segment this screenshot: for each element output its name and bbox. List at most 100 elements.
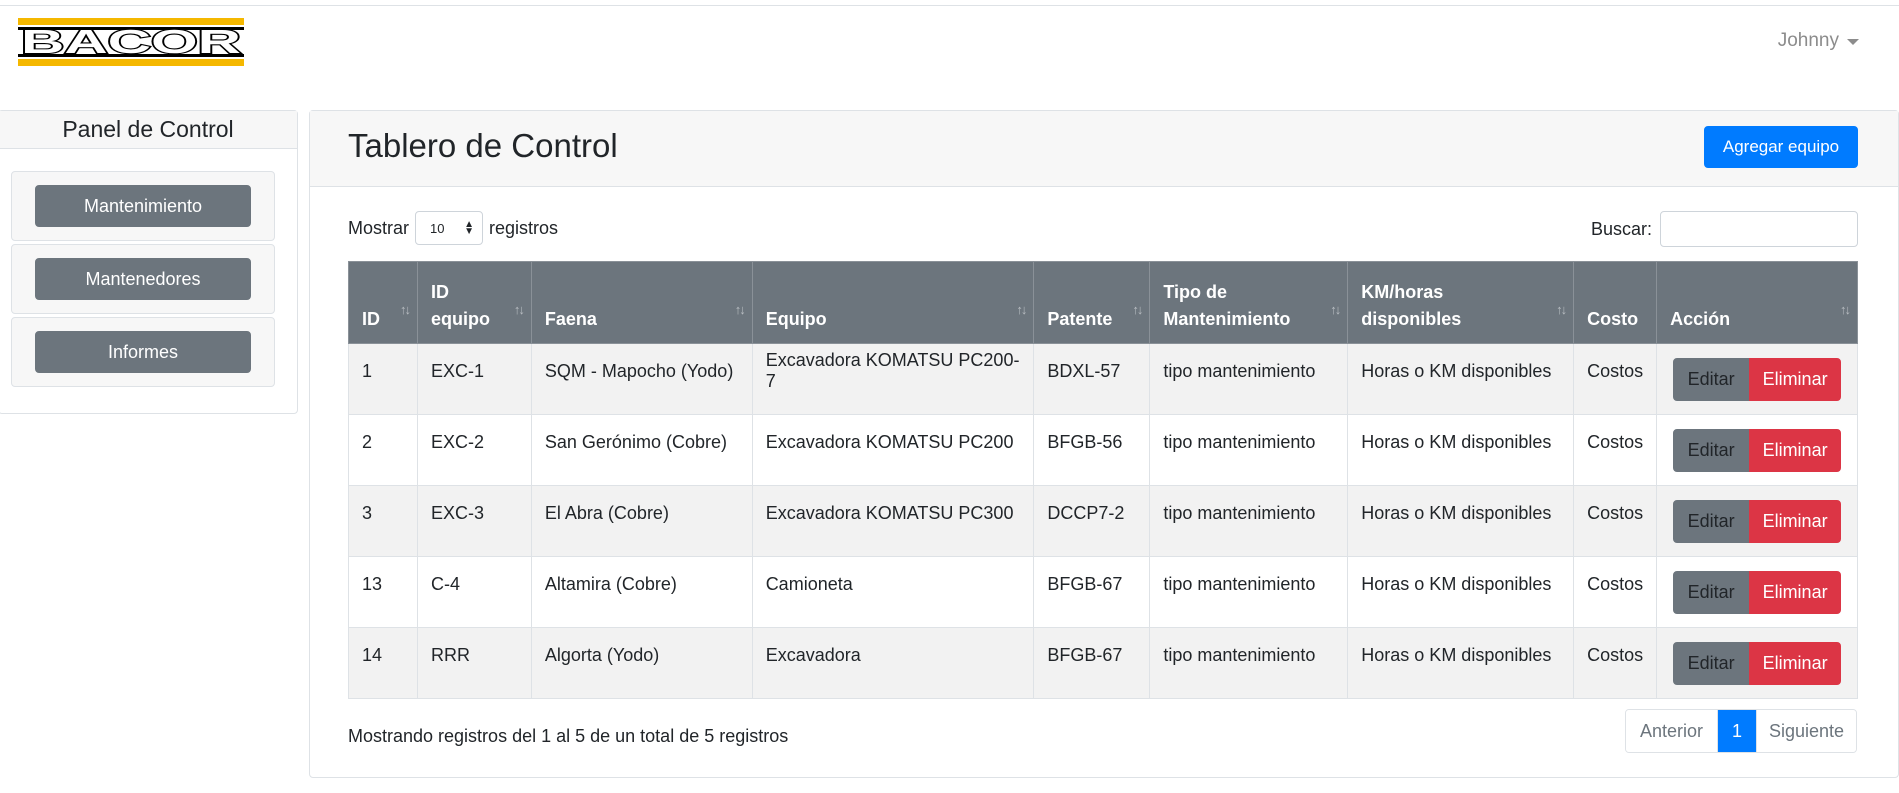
length-label-after: registros: [489, 217, 559, 238]
pagination-page-1[interactable]: 1: [1718, 710, 1756, 752]
delete-button[interactable]: Eliminar: [1749, 570, 1842, 614]
table-cell-costo: Costos: [1573, 343, 1658, 415]
column-header-label: Mantenimiento: [1163, 309, 1291, 329]
edit-button[interactable]: Editar: [1673, 499, 1750, 543]
cell-text: Horas o KM disponibles: [1361, 573, 1552, 594]
table-cell-id: 14: [348, 627, 418, 699]
table-cell-km: Horas o KM disponibles: [1347, 627, 1575, 699]
table-cell-id_equipo: RRR: [416, 627, 532, 699]
sort-icon[interactable]: ↑↓: [1016, 296, 1027, 323]
cell-text: DCCP7-2: [1047, 502, 1125, 523]
table-cell-actions: Editar Eliminar: [1656, 414, 1858, 486]
table-cell-id_equipo: C-4: [416, 556, 532, 628]
sort-icon[interactable]: ↑↓: [1330, 296, 1341, 323]
pagination-previous[interactable]: Anterior: [1626, 710, 1718, 752]
search-label: Buscar:: [1590, 218, 1652, 239]
select-arrows-icon: ▲ ▼: [464, 219, 475, 237]
add-equipment-button[interactable]: Agregar equipo: [1704, 126, 1858, 168]
bacor-logo[interactable]: BACOR: [18, 18, 244, 66]
table-cell-km: Horas o KM disponibles: [1347, 343, 1575, 415]
column-header[interactable]: ID ↑↓: [348, 261, 418, 344]
sort-icon[interactable]: ↑↓: [1556, 296, 1567, 323]
column-header[interactable]: Patente ↑↓: [1033, 261, 1151, 344]
cell-text: Excavadora KOMATSU PC200: [765, 431, 1014, 452]
sort-icon[interactable]: ↑↓: [514, 296, 525, 323]
table-row: 1 EXC-1 SQM - Mapocho (Yodo) Excavadora KOM…: [348, 343, 1858, 415]
table-cell-actions: Editar Eliminar: [1656, 343, 1858, 415]
column-header[interactable]: KM/horas disponibles ↑↓: [1347, 261, 1575, 344]
column-header-label: ID: [430, 282, 449, 302]
pagination-next[interactable]: Siguiente: [1756, 710, 1856, 752]
cell-text: EXC-3: [430, 502, 484, 523]
edit-button[interactable]: Editar: [1673, 357, 1750, 401]
table-cell-id_equipo: EXC-3: [416, 485, 532, 557]
cell-text: Horas o KM disponibles: [1361, 360, 1552, 381]
cell-text: BFGB-67: [1047, 644, 1123, 665]
table-cell-actions: Editar Eliminar: [1656, 627, 1858, 699]
cell-text: tipo mantenimiento: [1163, 360, 1316, 381]
cell-text: BFGB-56: [1047, 431, 1123, 452]
cell-text: Horas o KM disponibles: [1361, 431, 1552, 452]
column-header[interactable]: Costo: [1573, 261, 1658, 344]
cell-text: 14: [362, 644, 383, 665]
cell-text: SQM - Mapocho (Yodo): [544, 360, 734, 381]
table-cell-equipo: Excavadora KOMATSU PC300: [751, 485, 1035, 557]
delete-button[interactable]: Eliminar: [1749, 428, 1842, 472]
mantenedores-button[interactable]: Mantenedores: [35, 258, 251, 300]
column-header-label: Equipo: [765, 309, 827, 329]
cell-text: Altamira (Cobre): [544, 573, 677, 594]
column-header-label: Costo: [1587, 309, 1639, 329]
table-cell-id: 13: [348, 556, 418, 628]
sort-icon[interactable]: ↑↓: [1840, 296, 1851, 323]
table-cell-km: Horas o KM disponibles: [1347, 414, 1575, 486]
table-cell-id: 1: [348, 343, 418, 415]
sidebar-card-mantenedores: Mantenedores: [11, 244, 275, 314]
cell-text: 2: [362, 431, 373, 452]
column-header[interactable]: Acción ↑↓: [1656, 261, 1858, 344]
table-cell-id: 2: [348, 414, 418, 486]
table-cell-id_equipo: EXC-1: [416, 343, 532, 415]
delete-button[interactable]: Eliminar: [1749, 357, 1842, 401]
table-cell-id_equipo: EXC-2: [416, 414, 532, 486]
column-header-label: equipo: [430, 309, 490, 329]
sidebar-card-mantenimiento: Mantenimiento: [11, 171, 275, 241]
sort-icon[interactable]: ↑↓: [735, 296, 746, 323]
cell-text: EXC-2: [430, 431, 484, 452]
page-length-select[interactable]: 10 ▲ ▼: [415, 211, 484, 245]
edit-button[interactable]: Editar: [1673, 570, 1750, 614]
search-input[interactable]: [1660, 211, 1858, 247]
informes-button[interactable]: Informes: [35, 331, 251, 373]
cell-text: Algorta (Yodo): [544, 644, 660, 665]
page-length-control: Mostrar 10 ▲ ▼ registros: [348, 211, 558, 245]
user-menu[interactable]: Johnny: [1778, 30, 1859, 52]
cell-text: Camioneta: [765, 573, 853, 594]
column-header[interactable]: Tipo de Mantenimiento ↑↓: [1149, 261, 1349, 344]
mantenimiento-button[interactable]: Mantenimiento: [35, 185, 251, 227]
table-cell-equipo: Excavadora KOMATSU PC200-7: [751, 343, 1035, 415]
table-cell-tipo: tipo mantenimiento: [1149, 343, 1349, 415]
cell-text: tipo mantenimiento: [1163, 573, 1316, 594]
sort-icon[interactable]: ↑↓: [400, 296, 411, 323]
user-name: Johnny: [1777, 30, 1839, 51]
page-length-value: 10: [430, 220, 445, 236]
sort-icon[interactable]: ↑↓: [1132, 296, 1143, 323]
cell-text: Excavadora KOMATSU PC200-7: [765, 350, 1020, 391]
delete-button[interactable]: Eliminar: [1749, 641, 1842, 685]
table-cell-costo: Costos: [1573, 556, 1658, 628]
edit-button[interactable]: Editar: [1673, 428, 1750, 472]
table-cell-faena: SQM - Mapocho (Yodo): [530, 343, 753, 415]
delete-button[interactable]: Eliminar: [1749, 499, 1842, 543]
cell-text: 13: [362, 573, 383, 594]
cell-text: tipo mantenimiento: [1163, 644, 1316, 665]
logo-text: BACOR: [21, 23, 241, 60]
column-header[interactable]: Equipo ↑↓: [751, 261, 1035, 344]
table-row: 14 RRR Algorta (Yodo) Excavadora BFGB-67 tipo…: [348, 627, 1858, 699]
table-cell-actions: Editar Eliminar: [1656, 485, 1858, 557]
column-header[interactable]: ID equipo ↑↓: [416, 261, 532, 344]
column-header[interactable]: Faena ↑↓: [530, 261, 753, 344]
cell-text: San Gerónimo (Cobre): [544, 431, 727, 452]
cell-text: Excavadora KOMATSU PC300: [765, 502, 1014, 523]
edit-button[interactable]: Editar: [1673, 641, 1750, 685]
column-header-label: Patente: [1047, 309, 1113, 329]
table-cell-faena: Altamira (Cobre): [530, 556, 753, 628]
